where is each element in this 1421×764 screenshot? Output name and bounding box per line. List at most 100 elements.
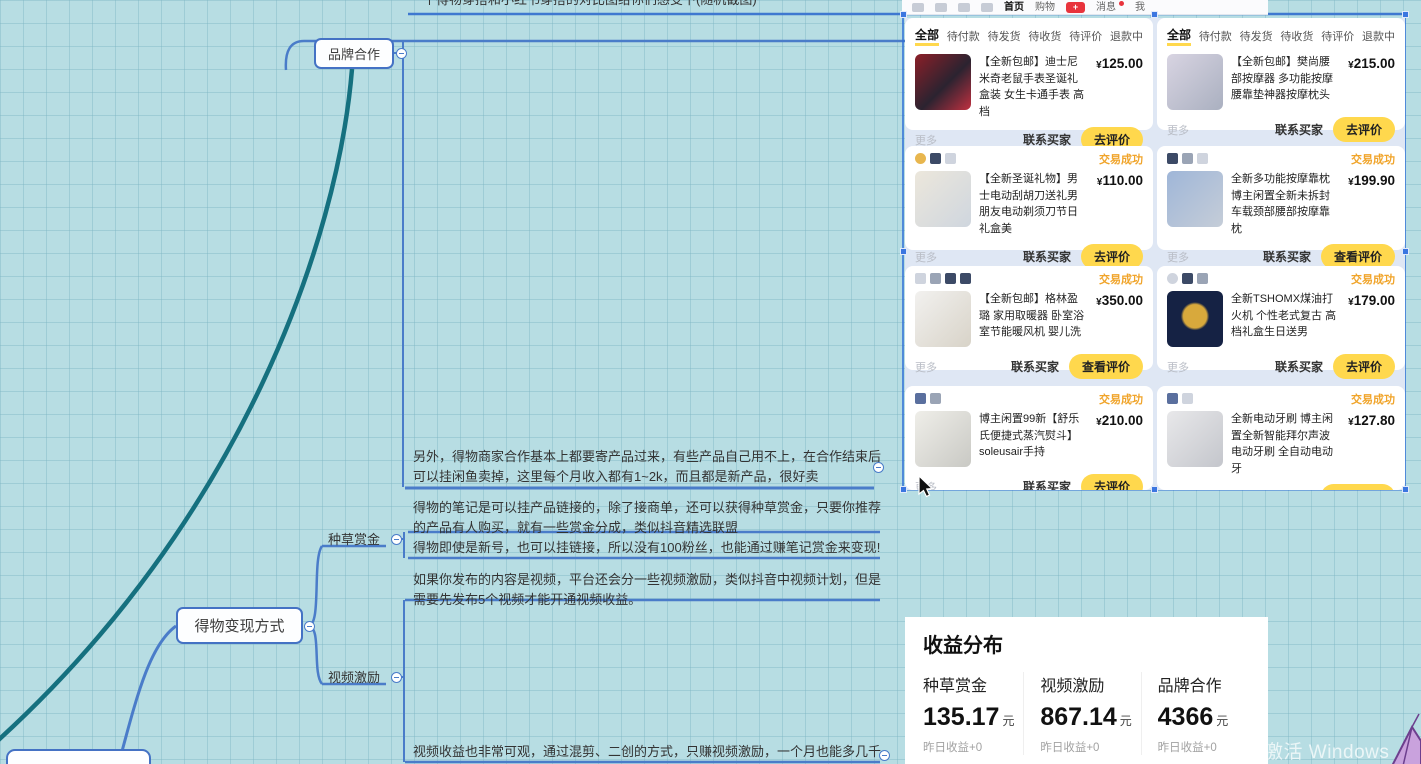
topic-video-note1[interactable]: 如果你发布的内容是视频，平台还会分一些视频激励，类似抖音中视频计划，但是需要先发…: [413, 570, 883, 610]
tab-pending-payment[interactable]: 待付款: [947, 28, 980, 44]
contact-buyer-button[interactable]: 联系买家: [1263, 488, 1311, 490]
nav-messages[interactable]: 消息: [1096, 0, 1116, 15]
selection-handle[interactable]: [900, 11, 907, 18]
topic-seed-note1[interactable]: 得物的笔记是可以挂产品链接的，除了接商单，还可以获得种草赏金，只要你推荐的产品有…: [413, 498, 883, 538]
earnings-value: 4366元: [1158, 703, 1258, 732]
collapse-button-seed[interactable]: [391, 534, 402, 545]
product-title[interactable]: 【全新包邮】格林盈璐 家用取暖器 卧室浴室节能暖风机 婴儿洗: [979, 291, 1088, 347]
earnings-title: 收益分布: [923, 629, 1268, 658]
topic-video-note1-text: 如果你发布的内容是视频，平台还会分一些视频激励，类似抖音中视频计划，但是需要先发…: [413, 572, 881, 607]
order-status: 交易成功: [1351, 271, 1395, 287]
tab-all[interactable]: 全部: [1167, 26, 1191, 46]
review-button[interactable]: 查看评价: [1321, 484, 1395, 490]
product-thumbnail[interactable]: [1167, 54, 1223, 110]
contact-buyer-button[interactable]: 联系买家: [1275, 121, 1323, 138]
product-thumbnail[interactable]: [915, 411, 971, 467]
tab-pending-receipt[interactable]: 待收货: [1280, 28, 1313, 44]
nav-shop[interactable]: 购物: [1035, 0, 1055, 15]
nav-home[interactable]: 首页: [1004, 0, 1024, 15]
product-title[interactable]: 全新多功能按摩靠枕 博主闲置全新未拆封车载颈部腰部按摩靠枕: [1231, 171, 1340, 237]
product-thumbnail[interactable]: [915, 54, 971, 110]
contact-buyer-button[interactable]: 联系买家: [1023, 248, 1071, 265]
tab-all[interactable]: 全部: [915, 26, 939, 46]
mindmap-canvas[interactable]: 品牌合作 得物变现方式 种草赏金 视频激励 一个得物穿搭和小红书穿搭的对比图给你…: [0, 0, 1421, 764]
review-button[interactable]: 去评价: [1333, 117, 1395, 142]
earnings-label: 种草赏金: [923, 672, 1023, 696]
product-title[interactable]: 【全新圣诞礼物】男士电动刮胡刀送礼男朋友电动剃须刀节日礼盒美: [979, 171, 1089, 237]
order-card: 交易成功 【全新包邮】格林盈璐 家用取暖器 卧室浴室节能暖风机 婴儿洗 ¥350…: [905, 266, 1153, 370]
contact-buyer-button[interactable]: 联系买家: [1263, 248, 1311, 265]
collapse-button-xianyu[interactable]: [873, 462, 884, 473]
order-card: 全部 待付款 待发货 待收货 待评价 退款中 【全新包邮】樊尚腰部按摩器 多功能…: [1157, 18, 1405, 130]
contact-buyer-button[interactable]: 联系买家: [1023, 478, 1071, 490]
earnings-panel[interactable]: 收益分布 种草赏金 135.17元 昨日收益+0 视频激励 867.14元 昨日…: [905, 617, 1268, 764]
review-button[interactable]: 查看评价: [1069, 354, 1143, 379]
orders-screenshot[interactable]: 全部 待付款 待发货 待收货 待评价 退款中 【全新包邮】迪士尼米奇老鼠手表圣诞…: [905, 18, 1405, 490]
more-link[interactable]: 更多: [1167, 249, 1189, 265]
tab-pending-review[interactable]: 待评价: [1069, 28, 1102, 44]
product-title[interactable]: 【全新包邮】迪士尼米奇老鼠手表圣诞礼盒装 女生卡通手表 高档: [979, 54, 1088, 120]
selection-handle[interactable]: [900, 248, 907, 255]
selection-handle[interactable]: [1151, 486, 1158, 493]
product-title[interactable]: 博主闲置99新【舒乐氏便捷式蒸汽熨斗】soleusair手持: [979, 411, 1088, 467]
app-nav-icon[interactable]: [912, 3, 924, 12]
selection-handle[interactable]: [1402, 248, 1409, 255]
tab-pending-shipment[interactable]: 待发货: [988, 28, 1021, 44]
topic-xianyu-note[interactable]: 另外，得物商家合作基本上都要寄产品过来，有些产品自己用不上，在合作结束后可以挂闲…: [413, 447, 883, 487]
app-nav-icon[interactable]: [981, 3, 993, 12]
selection-handle[interactable]: [1402, 486, 1409, 493]
review-button[interactable]: 去评价: [1333, 354, 1395, 379]
node-video-incentive[interactable]: 视频激励: [328, 667, 380, 686]
collapse-button-brand[interactable]: [396, 48, 407, 59]
more-link[interactable]: 更多: [915, 249, 937, 265]
contact-buyer-button[interactable]: 联系买家: [1011, 358, 1059, 375]
review-button[interactable]: 去评价: [1081, 474, 1143, 490]
topic-video-note2[interactable]: 视频收益也非常可观，通过混剪、二创的方式，只赚视频激励，一个月也能多几千块钱: [413, 742, 893, 764]
nav-me[interactable]: 我: [1135, 0, 1145, 15]
order-status: 交易成功: [1099, 271, 1143, 287]
app-nav-icon[interactable]: [958, 3, 970, 12]
product-title[interactable]: 全新电动牙刷 博主闲置全新智能拜尔声波电动牙刷 全自动电动牙: [1231, 411, 1340, 477]
selection-handle[interactable]: [1151, 11, 1158, 18]
more-link[interactable]: 更多: [1167, 359, 1189, 375]
node-main-topic[interactable]: 得物变现方式: [176, 607, 303, 644]
selection-handle[interactable]: [900, 486, 907, 493]
nav-plus-button[interactable]: +: [1066, 2, 1085, 13]
collapse-button-video-note2[interactable]: [879, 750, 890, 761]
product-thumbnail[interactable]: [915, 291, 971, 347]
app-nav-icon[interactable]: [935, 3, 947, 12]
product-thumbnail[interactable]: [1167, 411, 1223, 467]
order-card: 交易成功 全新电动牙刷 博主闲置全新智能拜尔声波电动牙刷 全自动电动牙 ¥127…: [1157, 386, 1405, 490]
windows-activation-watermark: 激活 Windows: [1264, 737, 1389, 764]
product-title[interactable]: 全新TSHOMX煤油打火机 个性老式复古 高档礼盒生日送男: [1231, 291, 1340, 347]
node-brand-coop-label: 品牌合作: [328, 44, 380, 63]
selection-handle[interactable]: [1402, 11, 1409, 18]
product-thumbnail[interactable]: [1167, 171, 1223, 227]
more-link[interactable]: 更多: [915, 479, 937, 491]
collapse-button-main[interactable]: [304, 621, 315, 632]
tab-pending-payment[interactable]: 待付款: [1199, 28, 1232, 44]
tab-refunding[interactable]: 退款中: [1362, 28, 1395, 44]
product-price: ¥179.00: [1348, 291, 1395, 347]
product-thumbnail[interactable]: [915, 171, 971, 227]
product-title[interactable]: 【全新包邮】樊尚腰部按摩器 多功能按摩腰靠垫神器按摩枕头: [1231, 54, 1340, 110]
seller-avatar: [915, 393, 941, 404]
more-link[interactable]: 更多: [1167, 122, 1189, 138]
more-link[interactable]: 更多: [1167, 489, 1189, 491]
more-link[interactable]: 更多: [915, 359, 937, 375]
product-price: ¥199.90: [1348, 171, 1395, 237]
node-seed-bounty[interactable]: 种草赏金: [328, 529, 380, 548]
product-price: ¥215.00: [1348, 54, 1395, 110]
tab-pending-shipment[interactable]: 待发货: [1240, 28, 1273, 44]
node-brand-coop[interactable]: 品牌合作: [314, 38, 394, 69]
node-main-topic-label: 得物变现方式: [194, 615, 284, 636]
product-thumbnail[interactable]: [1167, 291, 1223, 347]
topic-seed-note2[interactable]: 得物即使是新号，也可以挂链接，所以没有100粉丝，也能通过赚笔记赏金来变现!: [413, 538, 893, 558]
node-bottom-left-partial[interactable]: [6, 749, 151, 764]
tab-pending-review[interactable]: 待评价: [1321, 28, 1354, 44]
tab-refunding[interactable]: 退款中: [1110, 28, 1143, 44]
contact-buyer-button[interactable]: 联系买家: [1275, 358, 1323, 375]
collapse-button-video[interactable]: [391, 672, 402, 683]
tab-pending-receipt[interactable]: 待收货: [1028, 28, 1061, 44]
orders-column-right: 全部 待付款 待发货 待收货 待评价 退款中 【全新包邮】樊尚腰部按摩器 多功能…: [1157, 18, 1405, 490]
